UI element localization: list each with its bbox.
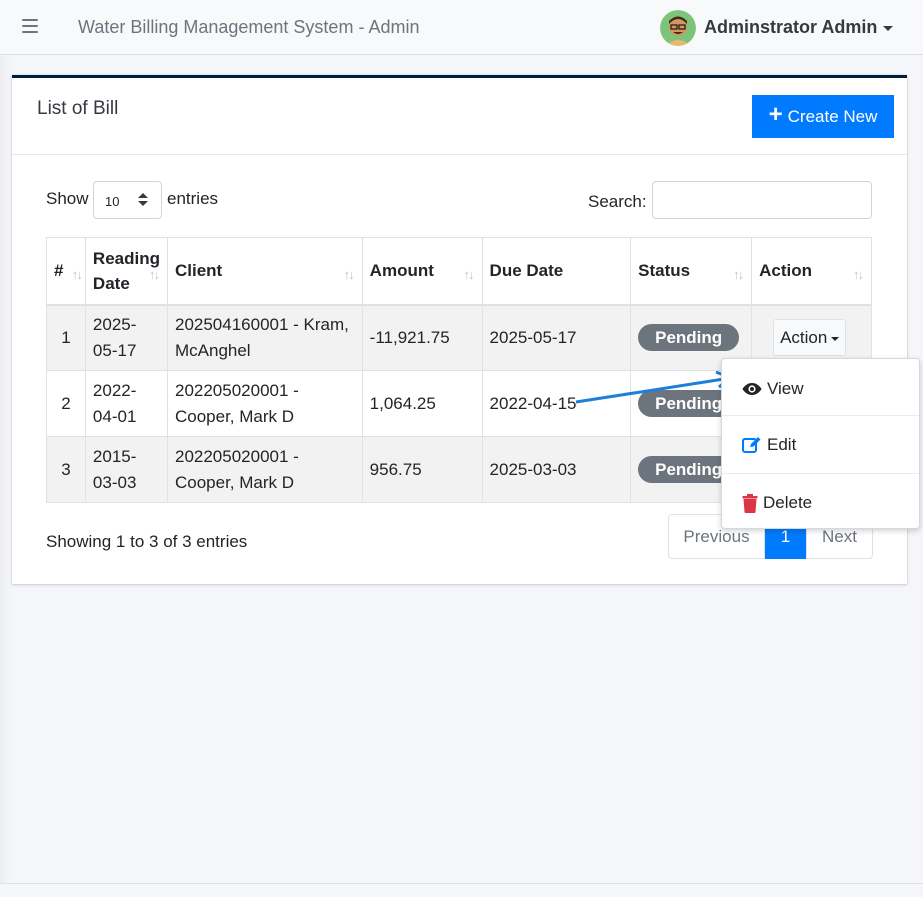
edit-label: Edit [767, 435, 797, 454]
sort-icon: ↑↓ [733, 267, 744, 282]
delete-label: Delete [763, 493, 813, 512]
user-menu[interactable]: Adminstrator Admin [704, 17, 894, 38]
footer-divider [0, 883, 923, 884]
sort-icon: ↑↓ [71, 267, 83, 282]
cell-reading-date: 2022- 04-01 [84, 370, 168, 437]
card-title: List of Bill [37, 98, 119, 119]
cell-amount: 1,064.25 [361, 370, 483, 437]
top-navbar: Water Billing Management System - Admin … [0, 0, 923, 55]
user-name-label: Adminstrator Admin [704, 17, 878, 37]
cell-client: 202504160001 - Kram, McAnghel [166, 304, 363, 371]
cell-reading-date: 2025- 05-17 [84, 304, 168, 371]
cell-due-date: 2025-05-17 [481, 304, 632, 371]
col-header-client[interactable]: Client ↑↓ [166, 237, 363, 306]
cell-client: 202205020001 - Cooper, Mark D [166, 370, 363, 437]
delete-menu-item[interactable]: Delete [722, 475, 919, 531]
cell-reading-date: 2015- 03-03 [84, 436, 168, 503]
chevron-down-icon [831, 336, 840, 341]
create-new-button[interactable]: + Create New [752, 95, 894, 138]
status-badge: Pending [638, 324, 740, 352]
sidebar-edge [0, 56, 12, 883]
plus-icon: + [768, 101, 783, 128]
col-header-status[interactable]: Status ↑↓ [630, 237, 753, 306]
action-dropdown-menu: View Edit Delete [721, 358, 920, 529]
search-label: Search: [588, 192, 647, 211]
trash-icon [742, 493, 758, 513]
show-label: Show [46, 189, 89, 208]
menu-divider [722, 415, 919, 416]
cell-amount: -11,921.75 [361, 304, 483, 371]
sort-icon: ↑↓ [148, 267, 160, 282]
select-arrows-icon [138, 193, 148, 207]
table-info: Showing 1 to 3 of 3 entries [46, 532, 248, 551]
menu-divider [722, 473, 919, 474]
view-menu-item[interactable]: View [722, 361, 919, 417]
cell-amount: 956.75 [361, 436, 483, 503]
create-new-label: Create New [787, 106, 878, 126]
chevron-down-icon [883, 25, 894, 31]
eye-icon [742, 383, 762, 395]
user-avatar[interactable] [660, 10, 696, 46]
sort-icon: ↑↓ [853, 267, 864, 282]
col-header-action[interactable]: Action ↑↓ [751, 237, 872, 306]
sort-icon: ↑↓ [343, 267, 355, 282]
action-button[interactable]: Action [773, 319, 847, 357]
cell-number: 3 [46, 436, 86, 503]
menu-toggle-icon[interactable] [22, 19, 38, 33]
col-header-number[interactable]: # ↑↓ [46, 237, 86, 306]
app-title: Water Billing Management System - Admin [78, 17, 420, 37]
col-header-amount[interactable]: Amount ↑↓ [361, 237, 483, 306]
col-header-due-date[interactable]: Due Date [481, 237, 632, 306]
entries-select[interactable]: 10 [93, 181, 162, 219]
entries-select-value: 10 [105, 194, 120, 209]
col-header-reading-date[interactable]: Reading Date ↑↓ [84, 237, 168, 306]
cell-number: 2 [46, 370, 86, 437]
search-input[interactable] [652, 181, 872, 219]
card-header-divider [12, 154, 907, 155]
cell-client: 202205020001 - Cooper, Mark D [166, 436, 363, 503]
sort-icon: ↑↓ [463, 267, 475, 282]
cell-number: 1 [46, 304, 86, 371]
cell-due-date: 2022-04-15 [481, 370, 632, 437]
entries-label: entries [167, 189, 219, 208]
edit-icon [742, 437, 761, 453]
cell-due-date: 2025-03-03 [481, 436, 632, 503]
edit-menu-item[interactable]: Edit [722, 417, 919, 473]
table-header-row: # ↑↓ Reading Date ↑↓ Client ↑↓ Amount ↑↓ Due … [46, 237, 872, 306]
view-label: View [767, 379, 804, 398]
